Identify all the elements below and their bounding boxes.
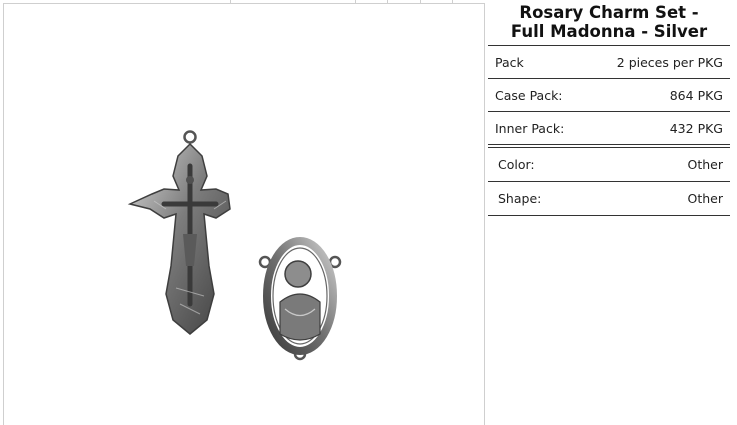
crucifix-charm: [127, 130, 231, 335]
spec-label: Pack: [495, 54, 524, 70]
product-title: Rosary Charm Set - Full Madonna - Silver: [488, 3, 730, 46]
spec-value: 2 pieces per PKG: [616, 54, 723, 70]
spec-label: Color:: [498, 157, 535, 172]
spec-row-inner-pack: Inner Pack: 432 PKG: [488, 112, 730, 145]
madonna-medal-charm: [258, 237, 342, 361]
spec-value: Other: [687, 191, 724, 206]
spec-label: Shape:: [498, 191, 542, 206]
spec-value: 864 PKG: [669, 87, 723, 103]
spec-row-case-pack: Case Pack: 864 PKG: [488, 79, 730, 112]
spec-row-color: Color: Other: [488, 147, 730, 182]
spec-label: Case Pack:: [495, 87, 563, 103]
spec-row-shape: Shape: Other: [488, 182, 730, 216]
product-details-panel: Rosary Charm Set - Full Madonna - Silver…: [488, 0, 730, 216]
spec-row-pack: Pack 2 pieces per PKG: [488, 46, 730, 79]
spec-value: 432 PKG: [669, 120, 723, 136]
product-title-line-1: Rosary Charm Set -: [519, 3, 699, 22]
spec-label: Inner Pack:: [495, 120, 565, 136]
rosary-charms-image: [127, 130, 342, 361]
product-image-panel[interactable]: [3, 3, 485, 425]
product-title-line-2: Full Madonna - Silver: [510, 22, 708, 41]
spec-value: Other: [687, 157, 724, 172]
